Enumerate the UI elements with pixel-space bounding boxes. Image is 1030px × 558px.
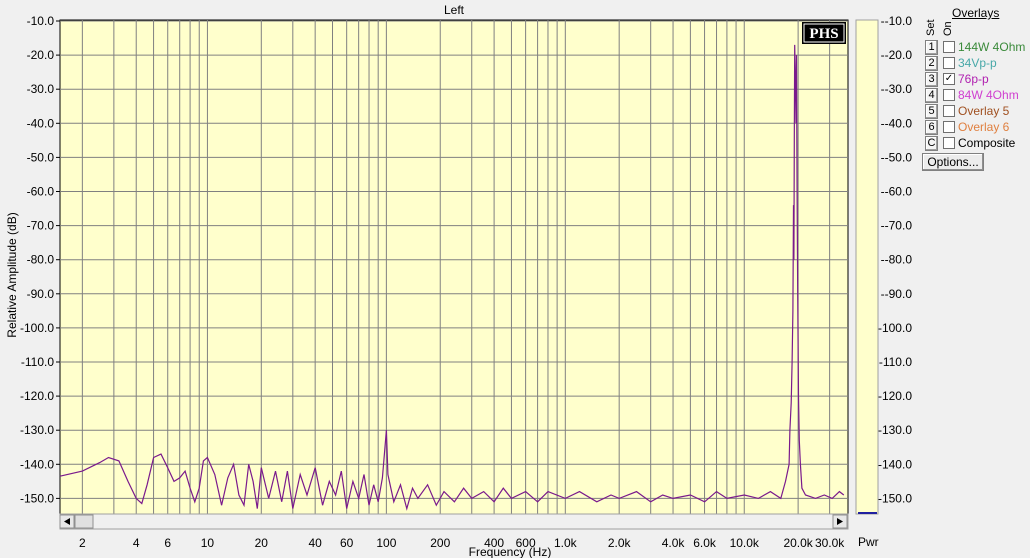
overlay-label: 76p-p	[958, 72, 989, 86]
set-header: Set	[925, 19, 937, 36]
right-y-tick-label: --60.0	[881, 185, 913, 199]
x-tick-label: 20.0k	[783, 536, 813, 550]
scroll-thumb[interactable]	[74, 514, 94, 529]
overlay-set-button[interactable]: 4	[925, 88, 938, 103]
on-header: On	[942, 21, 954, 36]
y-tick-label: -120.0	[20, 389, 54, 403]
overlay-set-button[interactable]: 3	[925, 72, 938, 87]
overlay-row: 3 ✓ 76p-p	[922, 72, 1030, 88]
right-y-tick-label: --150.0	[874, 491, 912, 505]
overlay-label: 144W 4Ohm	[958, 40, 1026, 54]
overlay-label: Overlay 5	[958, 104, 1010, 118]
overlay-on-checkbox[interactable]	[943, 105, 955, 117]
x-tick-label: 2	[79, 536, 86, 550]
overlay-label: Composite	[958, 136, 1016, 150]
chart-title: Left	[444, 3, 465, 17]
x-tick-label: 6	[164, 536, 171, 550]
overlay-on-checkbox[interactable]	[943, 41, 955, 53]
x-tick-label: 2.0k	[608, 536, 632, 550]
overlay-on-checkbox[interactable]	[943, 57, 955, 69]
overlay-on-checkbox[interactable]	[943, 121, 955, 133]
right-y-tick-label: --120.0	[874, 389, 912, 403]
x-tick-label: 100	[376, 536, 396, 550]
overlay-label: 34Vp-p	[958, 56, 997, 70]
overlays-title: Overlays	[952, 6, 1000, 20]
svg-text:PHS: PHS	[809, 26, 838, 42]
right-y-tick-label: --70.0	[881, 219, 913, 233]
right-y-tick-label: --20.0	[881, 48, 913, 62]
x-tick-label: 200	[430, 536, 450, 550]
overlay-label: Overlay 6	[958, 120, 1010, 134]
right-y-tick-label: --50.0	[881, 150, 913, 164]
x-tick-label: 4	[133, 536, 140, 550]
overlay-row: 1 144W 4Ohm	[922, 40, 1030, 56]
right-y-tick-label: --80.0	[881, 253, 913, 267]
y-tick-label: -70.0	[27, 219, 55, 233]
overlay-set-button[interactable]: 5	[925, 104, 938, 119]
x-tick-label: 10.0k	[730, 536, 760, 550]
overlay-row: 4 84W 4Ohm	[922, 88, 1030, 104]
x-tick-label: 6.0k	[693, 536, 717, 550]
overlay-row: 6 Overlay 6	[922, 120, 1030, 136]
y-tick-label: -30.0	[27, 82, 55, 96]
right-y-tick-label: --110.0	[875, 355, 912, 369]
overlay-on-checkbox[interactable]	[943, 89, 955, 101]
overlay-set-button[interactable]: C	[925, 136, 938, 151]
x-tick-label: 20	[255, 536, 269, 550]
y-tick-label: -20.0	[27, 48, 55, 62]
y-axis-label: Relative Amplitude (dB)	[5, 212, 19, 337]
right-y-tick-label: --130.0	[874, 423, 912, 437]
phs-logo: PHS	[802, 22, 846, 44]
right-y-tick-label: --10.0	[881, 14, 913, 28]
horizontal-scrollbar[interactable]	[59, 513, 849, 530]
x-tick-label: 60	[340, 536, 354, 550]
y-tick-label: -10.0	[27, 14, 55, 28]
overlay-row: 2 34Vp-p	[922, 56, 1030, 72]
y-tick-label: -130.0	[20, 423, 54, 437]
right-axis-label: Pwr	[858, 535, 879, 549]
y-tick-label: -110.0	[21, 355, 54, 369]
right-y-tick-label: --90.0	[881, 287, 913, 301]
y-tick-label: -40.0	[27, 116, 55, 130]
overlay-set-button[interactable]: 6	[925, 120, 938, 135]
y-tick-label: -150.0	[20, 491, 54, 505]
overlay-on-checkbox[interactable]: ✓	[943, 73, 955, 85]
overlay-set-button[interactable]: 2	[925, 56, 938, 71]
x-tick-label: 40	[308, 536, 322, 550]
overlay-set-button[interactable]: 1	[925, 40, 938, 55]
right-y-tick-label: --40.0	[881, 116, 913, 130]
y-tick-label: -140.0	[20, 457, 54, 471]
overlay-row: 5 Overlay 5	[922, 104, 1030, 120]
x-tick-label: 4.0k	[662, 536, 686, 550]
right-y-tick-label: --140.0	[874, 457, 912, 471]
options-button[interactable]: Options...	[922, 153, 984, 171]
y-tick-label: -60.0	[27, 185, 55, 199]
overlay-on-checkbox[interactable]	[943, 137, 955, 149]
y-tick-label: -80.0	[27, 253, 55, 267]
x-tick-label: 30.0k	[815, 536, 845, 550]
overlay-row: C Composite	[922, 136, 1030, 152]
x-tick-label: 1.0k	[554, 536, 578, 550]
plot-area	[59, 19, 849, 515]
power-meter-bar	[855, 19, 879, 515]
x-tick-label: 10	[201, 536, 215, 550]
right-y-tick-label: --100.0	[874, 321, 912, 335]
y-tick-label: -50.0	[27, 150, 55, 164]
y-tick-label: -90.0	[27, 287, 55, 301]
right-y-tick-label: --30.0	[881, 82, 913, 96]
overlay-label: 84W 4Ohm	[958, 88, 1019, 102]
y-tick-label: -100.0	[20, 321, 54, 335]
x-axis-label: Frequency (Hz)	[469, 545, 552, 558]
